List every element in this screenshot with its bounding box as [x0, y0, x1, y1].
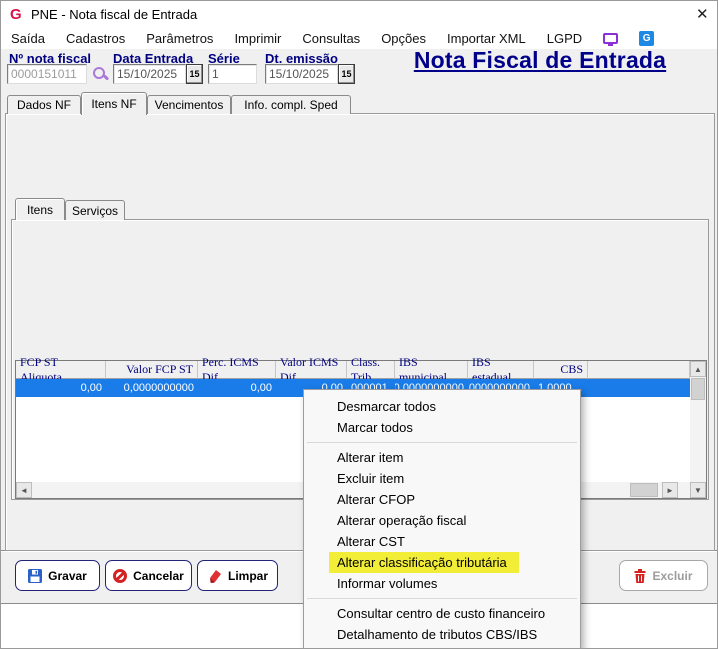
- scroll-right-icon[interactable]: ►: [662, 482, 678, 498]
- menu-item-lgpd[interactable]: LGPD: [547, 31, 582, 46]
- excluir-label: Excluir: [652, 568, 693, 583]
- excluir-button[interactable]: Excluir: [619, 560, 708, 591]
- ctx-marcar-todos[interactable]: Marcar todos: [304, 417, 580, 438]
- dt-emissao-input[interactable]: [265, 64, 338, 84]
- cancelar-button[interactable]: Cancelar: [105, 560, 192, 591]
- grid-header-filler: [588, 361, 690, 379]
- menu-bar: Saída Cadastros Parâmetros Imprimir Cons…: [1, 27, 717, 49]
- horizontal-scroll-thumb[interactable]: [630, 483, 658, 497]
- menu-item-opcoes[interactable]: Opções: [381, 31, 426, 46]
- menu-item-consultas[interactable]: Consultas: [302, 31, 360, 46]
- page-title: Nota Fiscal de Entrada: [413, 47, 667, 73]
- serie-input[interactable]: [208, 64, 257, 84]
- scroll-down-icon[interactable]: ▼: [690, 482, 706, 498]
- ctx-consultar-centro-custo[interactable]: Consultar centro de custo financeiro: [304, 603, 580, 624]
- menu-separator: [307, 442, 577, 443]
- nf-input[interactable]: [7, 64, 87, 84]
- app-window: G PNE - Nota fiscal de Entrada ✕ Saída C…: [0, 0, 718, 649]
- grid-cell-fcp-st-aliquota[interactable]: 0,00: [16, 379, 106, 397]
- ctx-alterar-cfop[interactable]: Alterar CFOP: [304, 489, 580, 510]
- grid-header-ibs-estadual[interactable]: IBS estadual: [468, 355, 534, 384]
- grid-header-perc-icms-dif[interactable]: Perc. ICMS Dif.: [198, 355, 276, 384]
- tab-itens[interactable]: Itens: [15, 198, 65, 220]
- title-bar: G PNE - Nota fiscal de Entrada ✕: [1, 1, 717, 27]
- ctx-alterar-classificacao-tributaria[interactable]: Alterar classificação tributária: [304, 552, 580, 573]
- menu-separator: [307, 598, 577, 599]
- grid-header-class-trib[interactable]: Class. Trib.: [347, 355, 395, 384]
- menu-item-importar-xml[interactable]: Importar XML: [447, 31, 526, 46]
- close-icon[interactable]: ✕: [696, 5, 709, 23]
- grid-cell-perc-icms-dif[interactable]: 0,00: [198, 379, 276, 397]
- calendar-icon[interactable]: 15: [186, 64, 203, 84]
- gravar-label: Gravar: [48, 568, 87, 583]
- ctx-informar-volumes[interactable]: Informar volumes: [304, 573, 580, 594]
- eraser-icon: [209, 569, 221, 583]
- cancelar-label: Cancelar: [133, 568, 184, 583]
- cancel-icon: [113, 568, 128, 583]
- scroll-up-icon[interactable]: ▲: [690, 361, 706, 377]
- highlighted-menu-text: Alterar classificação tributária: [329, 552, 519, 573]
- g-app-icon[interactable]: G: [639, 30, 655, 46]
- monitor-icon[interactable]: [603, 32, 619, 46]
- gravar-button[interactable]: Gravar: [15, 560, 100, 591]
- vertical-scroll-thumb[interactable]: [691, 378, 705, 400]
- grid-header-fcp-st-aliquota[interactable]: FCP ST Aliquota: [16, 355, 106, 384]
- ctx-alterar-item[interactable]: Alterar item: [304, 447, 580, 468]
- data-entrada-input[interactable]: [113, 64, 186, 84]
- tab-itens-nf[interactable]: Itens NF: [81, 92, 147, 115]
- context-menu: Desmarcar todos Marcar todos Alterar ite…: [303, 389, 581, 648]
- tab-servicos[interactable]: Serviços: [65, 200, 125, 220]
- window-title: PNE - Nota fiscal de Entrada: [31, 7, 198, 22]
- menu-item-imprimir[interactable]: Imprimir: [234, 31, 281, 46]
- grid-header-ibs-municipal[interactable]: IBS municipal: [395, 355, 468, 384]
- menu-item-cadastros[interactable]: Cadastros: [66, 31, 125, 46]
- ctx-desmarcar-todos[interactable]: Desmarcar todos: [304, 396, 580, 417]
- scroll-left-icon[interactable]: ◄: [16, 482, 32, 498]
- floppy-disk-icon: [28, 568, 43, 583]
- tab-info-compl-sped[interactable]: Info. compl. Sped: [231, 95, 351, 114]
- grid-header-valor-icms-dif[interactable]: Valor ICMS Dif.: [276, 355, 347, 384]
- ctx-excluir-item[interactable]: Excluir item: [304, 468, 580, 489]
- limpar-label: Limpar: [227, 568, 268, 583]
- calendar-icon[interactable]: 15: [338, 64, 355, 84]
- app-logo-icon: G: [10, 6, 22, 23]
- grid-header-cbs[interactable]: CBS: [534, 361, 588, 379]
- tab-vencimentos[interactable]: Vencimentos: [147, 95, 231, 114]
- ctx-alterar-operacao-fiscal[interactable]: Alterar operação fiscal: [304, 510, 580, 531]
- grid-cell-valor-fcp-st[interactable]: 0,0000000000: [106, 379, 198, 397]
- grid-header-valor-fcp-st[interactable]: Valor FCP ST: [106, 361, 198, 379]
- ctx-detalhamento-tributos[interactable]: Detalhamento de tributos CBS/IBS: [304, 624, 580, 645]
- tab-dados-nf[interactable]: Dados NF: [7, 95, 81, 114]
- search-icon[interactable]: [92, 66, 109, 83]
- menu-item-saida[interactable]: Saída: [11, 31, 45, 46]
- ctx-alterar-cst[interactable]: Alterar CST: [304, 531, 580, 552]
- trash-icon: [634, 568, 646, 583]
- limpar-button[interactable]: Limpar: [197, 560, 278, 591]
- menu-item-parametros[interactable]: Parâmetros: [146, 31, 213, 46]
- grid-cell-filler[interactable]: [588, 379, 690, 397]
